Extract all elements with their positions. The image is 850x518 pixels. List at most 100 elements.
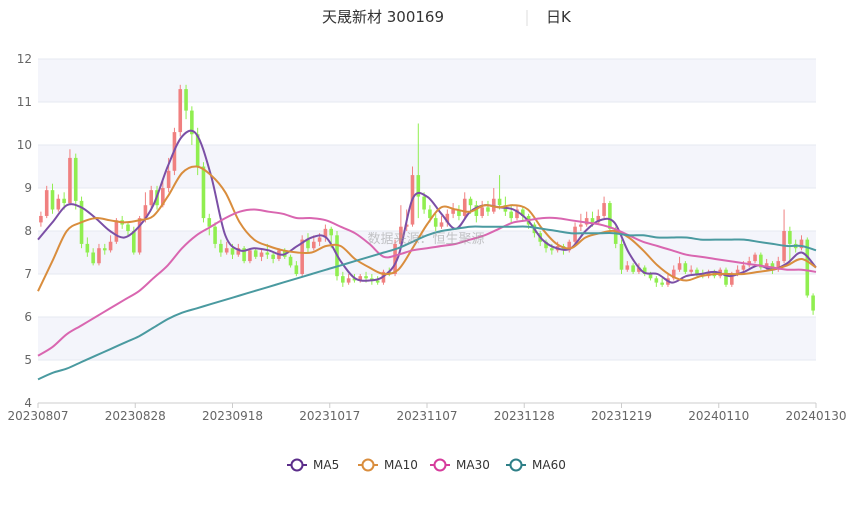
candle-body (149, 190, 154, 206)
grid-bands (38, 59, 816, 360)
candle (491, 188, 496, 214)
x-tick-label: 20230828 (105, 409, 166, 423)
candle (654, 276, 659, 287)
candle-body (91, 252, 95, 264)
candle-body (550, 248, 554, 251)
candle-body (108, 241, 113, 251)
candle-body (207, 218, 212, 227)
candle-body (625, 265, 630, 270)
candle-body (73, 157, 78, 201)
candle-body (114, 220, 119, 242)
candle (811, 293, 815, 315)
candle-body (259, 252, 264, 257)
candle-body (753, 254, 757, 262)
grid-band (38, 59, 816, 102)
legend-swatch-marker (290, 458, 304, 472)
grid-band (38, 145, 816, 188)
y-tick-label: 6 (24, 310, 32, 324)
candle-body (724, 269, 728, 285)
candle (782, 209, 786, 264)
candle (660, 278, 664, 287)
candle-body (608, 203, 612, 229)
candle (724, 267, 728, 287)
candle-body (50, 190, 55, 210)
candle-body (689, 269, 693, 272)
candle (451, 203, 455, 219)
legend-label: MA10 (384, 458, 418, 472)
candle (457, 205, 461, 221)
candle-body (579, 224, 583, 227)
y-tick-label: 4 (24, 396, 32, 410)
x-tick-label: 20230918 (202, 409, 263, 423)
candle (439, 215, 444, 229)
candle (73, 153, 78, 210)
candle-body (126, 224, 130, 231)
candle (584, 211, 589, 227)
candle-body (213, 226, 217, 244)
candle-body (462, 198, 467, 216)
candle-body (184, 89, 188, 111)
candle-body (201, 166, 206, 219)
candle-body (341, 276, 345, 283)
candle-body (317, 237, 322, 242)
y-tick-label: 7 (24, 267, 32, 281)
legend-swatch-marker (361, 458, 375, 472)
candle-body (248, 250, 252, 262)
candle-body (329, 228, 334, 236)
candle-body (439, 222, 444, 227)
candle-body (56, 198, 61, 210)
y-tick-label: 11 (17, 95, 32, 109)
legend-label: MA30 (456, 458, 490, 472)
candle-body (346, 278, 351, 283)
candle (137, 215, 142, 255)
candle-body (811, 295, 815, 311)
candle-body (480, 207, 484, 216)
candle (56, 194, 61, 212)
candle-body (509, 211, 513, 219)
candle-body (288, 256, 293, 266)
grid-band (38, 317, 816, 360)
candle (242, 246, 246, 264)
y-axis: 4 5 6 7 8 9 10 11 12 (17, 52, 32, 410)
candle-body (294, 265, 299, 274)
candle (433, 213, 438, 231)
candle-body (433, 218, 438, 227)
stock-chart: 天晟新材 300169 日K 456789101112 20230807 2023… (7, 8, 847, 472)
legend-item-ma30[interactable]: MA30 (430, 458, 490, 472)
candle-body (683, 263, 688, 272)
candle (39, 211, 43, 227)
candle-body (497, 198, 502, 206)
x-axis: 20230807 20230828 20230918 20231017 20231107… (7, 403, 847, 423)
legend-item-ma10[interactable]: MA10 (358, 458, 418, 472)
candle-body (590, 218, 595, 223)
candle-body (85, 243, 90, 253)
x-tick-label: 20230807 (7, 409, 68, 423)
legend-label: MA60 (532, 458, 566, 472)
candle-body (178, 89, 183, 133)
x-tick-label: 20231128 (494, 409, 555, 423)
legend-label: MA5 (313, 458, 339, 472)
x-tick-label: 20240130 (785, 409, 846, 423)
candle (184, 84, 188, 120)
legend[interactable]: MA5 MA10 MA30 MA60 (287, 458, 566, 472)
candle (462, 192, 467, 219)
candle-body (219, 243, 223, 253)
candle-body (422, 196, 426, 210)
legend-item-ma60[interactable]: MA60 (506, 458, 566, 472)
candle-body (364, 276, 368, 279)
candle-body (741, 265, 746, 270)
x-tick-label: 20231107 (396, 409, 457, 423)
legend-item-ma5[interactable]: MA5 (287, 458, 339, 472)
candle-body (428, 209, 432, 219)
candle (480, 200, 484, 219)
y-tick-label: 8 (24, 224, 32, 238)
period-label[interactable]: 日K (546, 8, 572, 26)
candle-body (68, 157, 72, 204)
chart-header: 天晟新材 300169 日K (322, 8, 572, 26)
candle-body (44, 190, 49, 216)
candle-body (654, 278, 659, 283)
x-tick-label: 20231017 (299, 409, 360, 423)
candle-body (166, 170, 171, 188)
candle (474, 200, 479, 223)
candle-body (39, 215, 43, 223)
